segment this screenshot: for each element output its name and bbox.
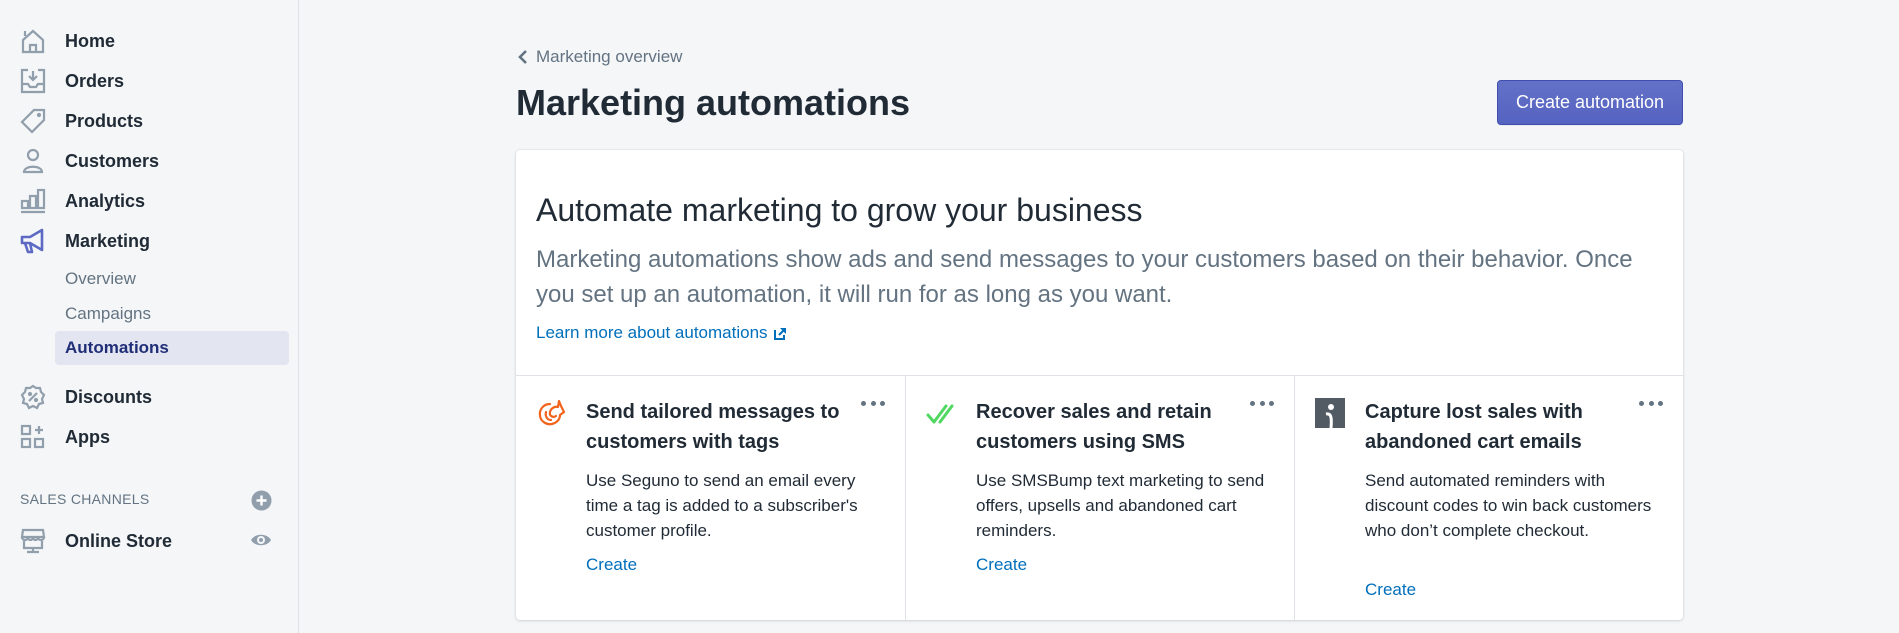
dot [1639,400,1644,406]
more-actions-button[interactable] [1639,398,1663,408]
sidebar-item-customers[interactable]: Customers [0,141,290,181]
automation-title: Recover sales and retain customers using… [976,401,1212,453]
sidebar-item-label: Online Store [65,530,173,551]
app-logo-icon [1315,398,1345,429]
page-title: Marketing automations [516,82,911,123]
hero-description: Marketing automations show ads and send … [536,246,1633,308]
create-automation-button[interactable]: Create automation [1497,80,1683,125]
external-link-icon [773,327,786,340]
automation-template: Capture lost sales with abandoned cart e… [1294,376,1683,620]
sidebar-item-label: Orders [65,70,125,91]
sidebar-item-label: Home [65,30,116,51]
sidebar-item-label: Discounts [65,386,153,407]
add-sales-channel-button[interactable] [251,490,272,511]
sidebar-item-label: Marketing [65,230,151,251]
dot [1658,400,1663,406]
learn-more-label: Learn more about automations [536,323,768,342]
seguno-icon [538,399,566,426]
sidebar-subitem-label: Overview [65,269,136,288]
hero-heading: Automate marketing to grow your business [536,192,1143,228]
sidebar-item-label: Products [65,110,144,131]
store-icon [20,528,46,554]
automation-description: Use Seguno to send an email every time a… [586,471,858,540]
automation-template: Send tailored messages to customers with… [516,376,905,620]
orders-icon [20,68,46,94]
automation-description: Send automated reminders with discount c… [1365,471,1652,540]
chevron-left-icon [518,50,527,64]
dot [1269,400,1274,406]
automation-description: Use SMSBump text marketing to send offer… [976,471,1265,540]
discount-icon [20,384,46,410]
sidebar-item-apps[interactable]: Apps [0,417,290,457]
sidebar-item-online-store[interactable]: Online Store [0,521,290,561]
automation-template: Recover sales and retain customers using… [905,376,1294,620]
dot [1259,400,1265,406]
sidebar-item-marketing[interactable]: Marketing [0,221,290,261]
automation-title: Send tailored messages to customers with… [586,401,840,453]
sidebar-subitem-overview[interactable]: Overview [55,262,289,296]
dot [870,400,876,406]
breadcrumb-back-link[interactable]: Marketing overview [516,47,682,67]
create-link[interactable]: Create [586,555,637,575]
sidebar: Home Orders Products Customers Analytics… [0,0,299,633]
dot [1250,400,1255,406]
apps-icon [20,424,46,450]
sidebar-item-label: Analytics [65,190,146,211]
sales-channels-heading: SALES CHANNELS [20,491,150,507]
sidebar-subitem-label: Automations [65,338,169,357]
bar-chart-icon [20,188,46,214]
view-store-eye-icon[interactable] [250,531,272,549]
sidebar-item-label: Apps [65,426,110,447]
home-icon [20,28,46,54]
megaphone-icon [20,228,46,254]
sidebar-item-analytics[interactable]: Analytics [0,181,290,221]
automation-title: Capture lost sales with abandoned cart e… [1365,401,1583,453]
plus-circle-icon [251,490,272,511]
sidebar-subitem-automations[interactable]: Automations [55,331,289,365]
sidebar-item-home[interactable]: Home [0,21,290,61]
dot [1648,400,1654,406]
sidebar-subitem-campaigns[interactable]: Campaigns [55,297,289,331]
tag-icon [20,108,46,134]
automations-card: Automate marketing to grow your business… [516,150,1683,620]
sidebar-item-orders[interactable]: Orders [0,61,290,101]
learn-more-link[interactable]: Learn more about automations [536,323,787,343]
breadcrumb-label: Marketing overview [536,47,683,66]
create-link[interactable]: Create [976,555,1027,575]
person-icon [20,148,46,174]
sidebar-item-products[interactable]: Products [0,101,290,141]
dot [861,400,866,406]
more-actions-button[interactable] [1250,398,1274,408]
dot [880,400,885,406]
create-link[interactable]: Create [1365,580,1416,600]
sidebar-item-label: Customers [65,150,160,171]
sidebar-subitem-label: Campaigns [65,304,151,323]
more-actions-button[interactable] [861,398,885,408]
sidebar-item-discounts[interactable]: Discounts [0,377,290,417]
smsbump-check-icon [926,404,954,424]
